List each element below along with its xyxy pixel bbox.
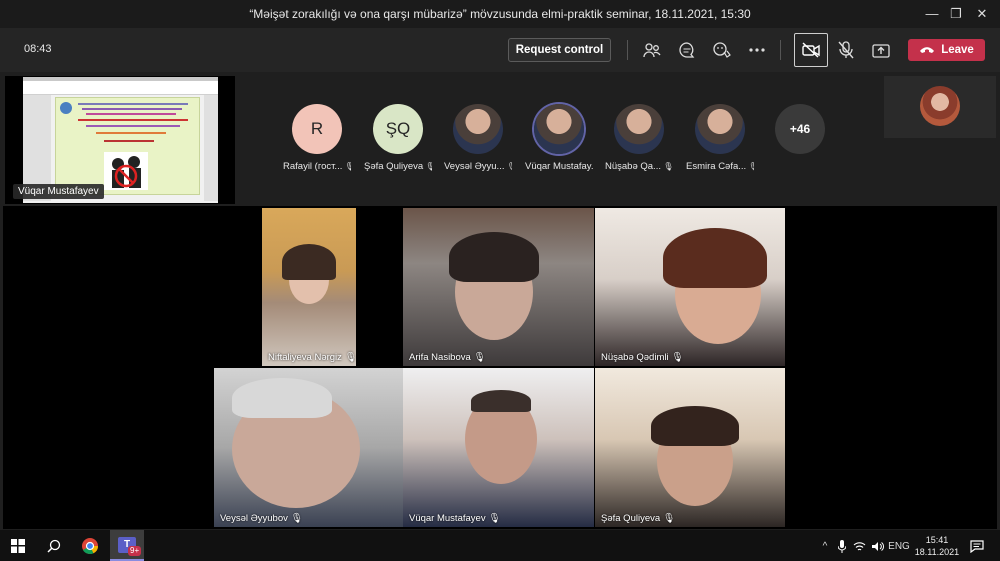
roster-name-text: Rafayil (гост...: [283, 161, 343, 172]
system-clock[interactable]: 15:41 18.11.2021: [912, 534, 962, 558]
chevron-up-icon[interactable]: ^: [818, 536, 832, 556]
video-tile[interactable]: Vüqar Mustafayev 🎙: [403, 368, 594, 527]
video-tile[interactable]: Veysəl Əyyubov 🎙: [214, 368, 403, 527]
video-tile[interactable]: Nüşabə Qədimli 🎙: [595, 208, 785, 366]
video-grid: Niftaliyeva Nərgiz 🎙 Arifa Nasibova 🎙 Nü…: [3, 206, 997, 529]
mic-off-icon: 🎙: [506, 162, 512, 171]
network-icon[interactable]: [852, 536, 866, 556]
roster-participant[interactable]: Esmira Cəfa... 🎙: [686, 104, 754, 172]
roster-name-text: Veysəl Əyyu...: [444, 161, 505, 172]
participant-avatar: ŞQ: [373, 104, 423, 154]
participant-name: Vüqar Mustafayev: [409, 513, 486, 524]
window-title: “Məişət zorakılığı və ona qarşı mübarizə…: [249, 7, 751, 21]
toolbar-divider: [780, 40, 781, 60]
roster-name: Nüşabə Qa... 🎙: [605, 161, 673, 172]
more-participants[interactable]: +46: [766, 104, 834, 154]
roster-name: Rafayil (гост... 🎙: [283, 161, 351, 172]
video-tile[interactable]: Niftaliyeva Nərgiz 🎙: [262, 208, 356, 366]
mic-off-icon: 🎙: [344, 352, 356, 363]
mic-off-icon: 🎙: [290, 513, 303, 524]
roster-participant[interactable]: Nüşabə Qa... 🎙: [605, 104, 673, 172]
mic-off-icon: 🎙: [473, 352, 486, 363]
chrome-icon[interactable]: [80, 536, 100, 556]
video-tile[interactable]: Şəfa Quliyeva 🎙: [595, 368, 785, 527]
meeting-stage: Vüqar Mustafayev R Rafayil (гост... 🎙 ŞQ Şə…: [0, 72, 1000, 530]
participant-name: Nüşabə Qədimli: [601, 352, 669, 363]
participant-avatar: R: [292, 104, 342, 154]
mic-off-icon: 🎙: [488, 513, 501, 524]
hangup-icon: [920, 47, 935, 53]
participant-name: Veysəl Əyyubov: [220, 513, 288, 524]
roster-participant[interactable]: R Rafayil (гост... 🎙: [283, 104, 351, 172]
minimize-icon[interactable]: —: [922, 4, 942, 24]
leave-label: Leave: [941, 44, 974, 56]
overflow-count: +46: [775, 104, 825, 154]
participant-avatar: [695, 104, 745, 154]
mic-off-icon: 🎙: [671, 352, 684, 363]
participant-avatar: [534, 104, 584, 154]
leave-button[interactable]: Leave: [908, 39, 985, 61]
windows-start-icon[interactable]: [10, 536, 26, 556]
request-control-button[interactable]: Request control: [508, 38, 611, 62]
mic-off-icon: 🎙: [660, 162, 673, 171]
clock-time: 15:41: [925, 535, 949, 545]
presenter-label: Vüqar Mustafayev: [13, 184, 104, 199]
self-view[interactable]: [884, 76, 996, 138]
chat-icon[interactable]: [675, 38, 699, 62]
roster-name-text: Şəfa Quliyeva: [364, 161, 424, 172]
roster-name: Veysəl Əyyu... 🎙: [444, 161, 512, 172]
share-icon[interactable]: [869, 38, 893, 62]
notification-badge: 9+: [128, 546, 142, 556]
language-indicator[interactable]: ENG: [888, 536, 910, 556]
people-icon[interactable]: [640, 38, 664, 62]
clock-date: 18.11.2021: [914, 547, 960, 557]
meeting-toolbar: 08:43 Request control Leave: [0, 28, 1000, 72]
mic-off-icon: 🎙: [344, 162, 351, 171]
roster-participant[interactable]: Vüqar Mustafay... 🎙: [525, 104, 593, 172]
mic-off-icon: 🎙: [748, 162, 754, 171]
roster-name-text: Vüqar Mustafay...: [525, 161, 593, 172]
presentation-slide: [55, 97, 200, 195]
video-tile[interactable]: Arifa Nasibova 🎙: [403, 208, 594, 366]
meeting-timer: 08:43: [24, 43, 52, 55]
toolbar-divider: [627, 40, 628, 60]
roster-participant[interactable]: Veysəl Əyyu... 🎙: [444, 104, 512, 172]
search-icon[interactable]: [44, 536, 64, 556]
screen-share-preview[interactable]: Vüqar Mustafayev: [5, 76, 235, 204]
participant-avatar: [453, 104, 503, 154]
roster-participant[interactable]: ŞQ Şəfa Quliyeva 🎙: [364, 104, 432, 172]
roster-name-text: Esmira Cəfa...: [686, 161, 747, 172]
roster-name: Esmira Cəfa... 🎙: [686, 161, 754, 172]
teams-taskbar-button[interactable]: T 9+: [110, 530, 144, 561]
self-avatar: [920, 86, 960, 126]
microphone-icon[interactable]: [836, 536, 848, 556]
participant-avatar: [614, 104, 664, 154]
camera-off-icon[interactable]: [794, 33, 828, 67]
participant-name: Arifa Nasibova: [409, 352, 471, 363]
reactions-icon[interactable]: [710, 38, 734, 62]
roster-name: Vüqar Mustafay... 🎙: [525, 161, 593, 172]
close-icon[interactable]: ✕: [972, 4, 992, 24]
participant-name: Niftaliyeva Nərgiz: [268, 352, 342, 363]
taskbar: T 9+ ^ ENG 15:41 18.11.2021: [0, 530, 1000, 561]
restore-icon[interactable]: ❐: [946, 4, 966, 24]
volume-icon[interactable]: [870, 536, 884, 556]
mic-off-icon[interactable]: [834, 38, 858, 62]
slide-image: [104, 152, 148, 190]
notifications-icon[interactable]: [968, 536, 986, 556]
title-bar: “Məişət zorakılığı və ona qarşı mübarizə…: [0, 0, 1000, 28]
mic-off-icon: 🎙: [425, 162, 432, 171]
roster-name: Şəfa Quliyeva 🎙: [364, 161, 432, 172]
mic-off-icon: 🎙: [662, 513, 675, 524]
participant-name: Şəfa Quliyeva: [601, 513, 661, 524]
more-icon[interactable]: [745, 38, 769, 62]
roster-name-text: Nüşabə Qa...: [605, 161, 661, 172]
